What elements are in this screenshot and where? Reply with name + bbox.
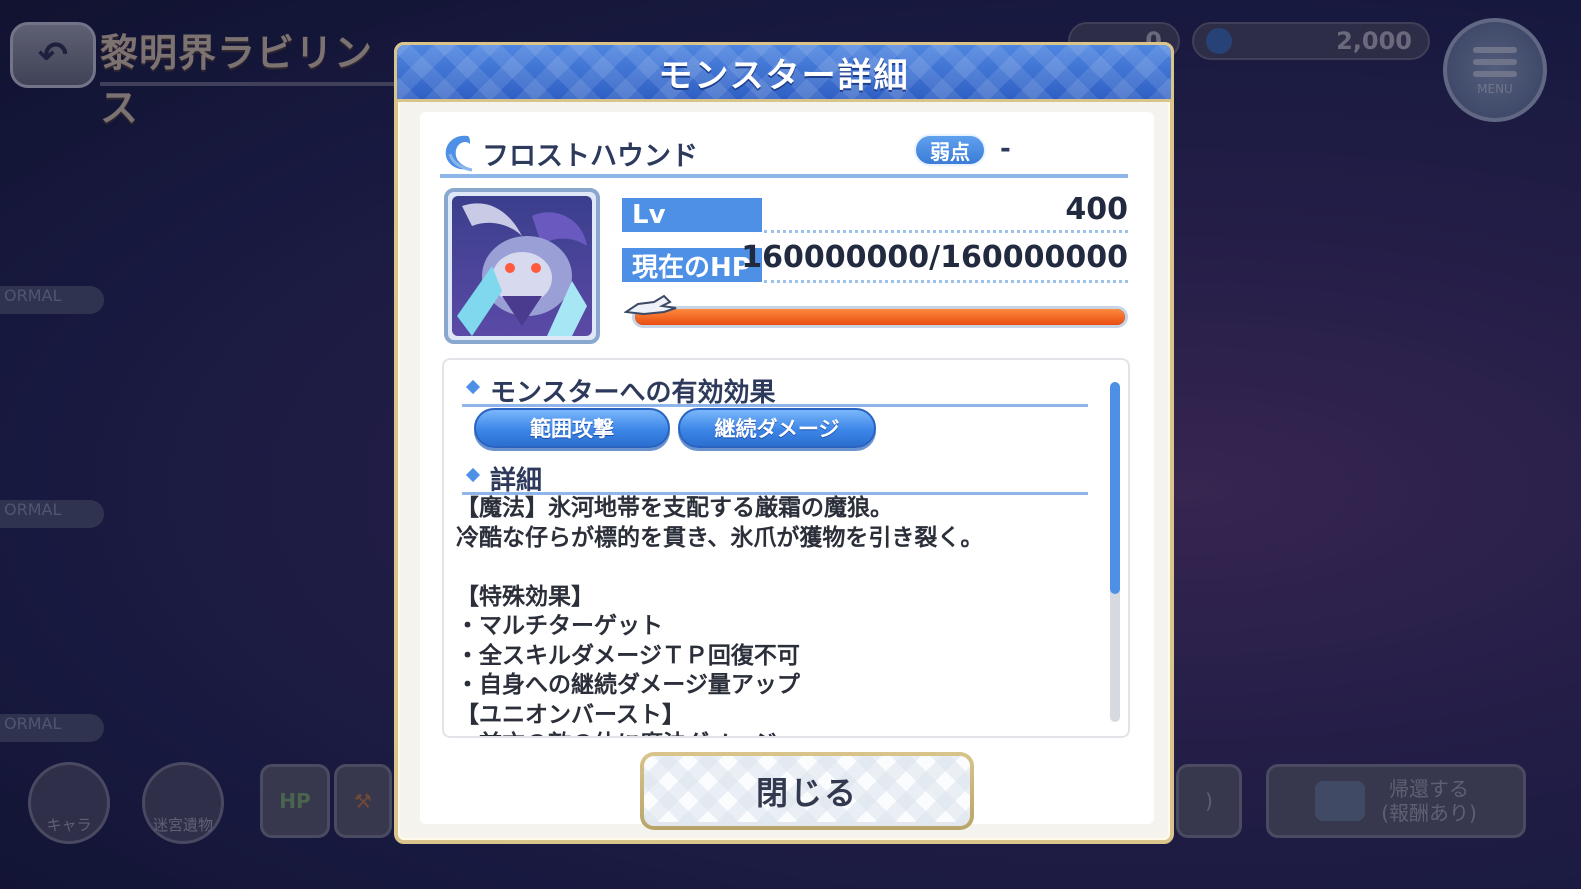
- level-label: Lv: [622, 198, 762, 232]
- frost-hound-portrait: [452, 196, 592, 336]
- description-line: 【魔法】氷河地帯を支配する厳霜の魔狼。: [456, 495, 893, 521]
- effective-section-header: モンスターへの有効効果: [462, 370, 1088, 408]
- close-button[interactable]: 閉じる: [640, 752, 974, 830]
- diamond-bullet-icon: [465, 467, 481, 483]
- tag-area-attack: 範囲攻撃: [474, 408, 670, 448]
- monster-portrait: [444, 188, 600, 344]
- description-scrollbar[interactable]: [1110, 382, 1120, 722]
- close-button-face: 閉じる: [644, 756, 970, 826]
- weakness-badge: 弱点: [914, 134, 986, 166]
- monster-name: フロストハウンド: [482, 141, 698, 172]
- hp-divider: [764, 280, 1128, 283]
- description-line: ・全スキルダメージＴＰ回復不可: [456, 642, 800, 669]
- ornament-icon: [624, 294, 677, 316]
- detail-section-header: 詳細: [462, 458, 1088, 496]
- monster-description: 【魔法】氷河地帯を支配する厳霜の魔狼。 冷酷な仔らが標的を貫き、氷爪が獲物を引き…: [456, 494, 1096, 736]
- dialog-header: モンスター詳細: [394, 42, 1174, 102]
- scrollbar-thumb[interactable]: [1110, 382, 1120, 594]
- hp-value: 160000000/160000000: [741, 240, 1128, 275]
- weakness-value: -: [1000, 134, 1011, 164]
- dialog-title: モンスター詳細: [658, 55, 910, 96]
- frost-swirl-icon: [445, 135, 473, 172]
- effects-panel[interactable]: モンスターへの有効効果 範囲攻撃 継続ダメージ 詳細 【魔法】氷河地帯を支配する…: [442, 358, 1130, 738]
- monster-detail-dialog: モンスター詳細 フロストハウンド 弱点 - Lv 400 現在のHP 16000…: [394, 42, 1174, 844]
- hp-bar-track: [632, 306, 1128, 328]
- description-line: ・前方の敵の体に魔法ダメージ: [456, 730, 1096, 736]
- tag-damage-over-time: 継続ダメージ: [678, 408, 876, 448]
- description-line: ・自身への継続ダメージ量アップ: [456, 672, 800, 698]
- level-value: 400: [1065, 192, 1128, 227]
- dialog-body: フロストハウンド 弱点 - Lv 400 現在のHP 160000000/160…: [420, 112, 1154, 830]
- level-divider: [764, 230, 1128, 233]
- description-line: ・マルチターゲット: [456, 613, 663, 639]
- diamond-bullet-icon: [465, 379, 481, 395]
- description-line: 【特殊効果】: [456, 583, 594, 610]
- description-line: 冷酷な仔らが標的を貫き、氷爪が獲物を引き裂く。: [456, 524, 984, 551]
- hp-bar-fill: [635, 309, 1125, 325]
- hp-bar: [624, 294, 1128, 330]
- description-line: [456, 553, 1096, 583]
- description-line: 【ユニオンバースト】: [456, 701, 685, 728]
- monster-name-row: フロストハウンド 弱点 -: [440, 128, 1128, 178]
